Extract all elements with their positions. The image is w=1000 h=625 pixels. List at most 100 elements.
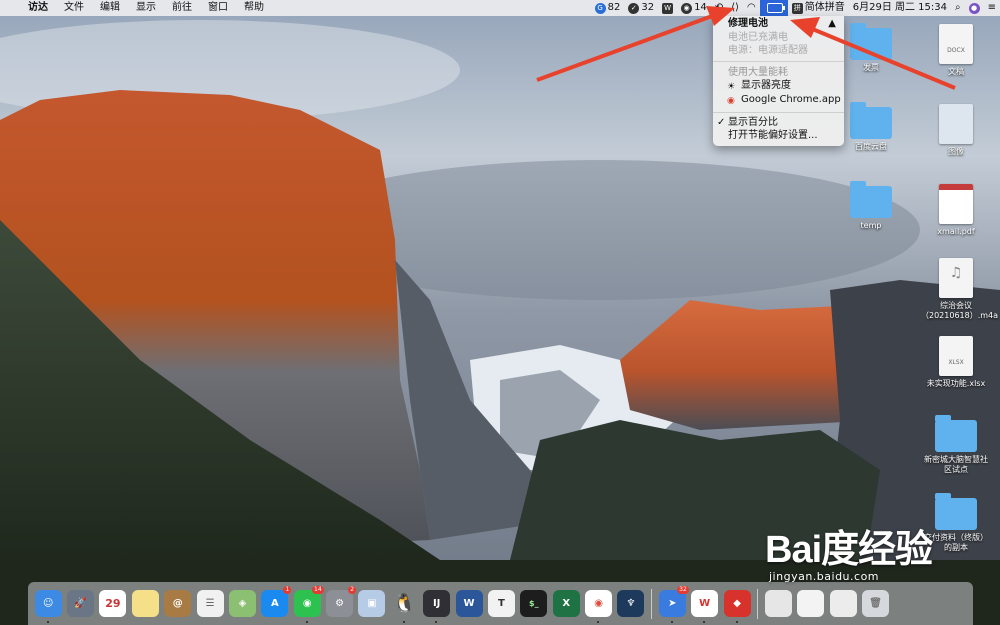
reminders-icon: ☰ [205,598,215,609]
icon-label: temp [860,221,882,230]
input-method[interactable]: 拼 简体拼音 [788,0,849,16]
dock-window-thumb-1[interactable] [764,590,792,617]
dock-sourcetree[interactable]: ♆ [617,590,645,617]
menu-help[interactable]: 帮助 [236,0,272,16]
dock-separator [651,588,653,619]
desktop-file-pdf[interactable]: xmail.pdf [921,184,991,237]
dock-app-red[interactable]: ◆ [723,590,751,623]
chrome-icon: ◉ [594,598,603,609]
power-source-text: 电源：电源适配器 [728,45,808,56]
icon-label: 发票 [863,63,879,72]
contacts-icon: @ [172,598,183,609]
menu-finder[interactable]: 访达 [20,0,56,16]
dock-finder[interactable]: ☺ [34,590,62,623]
wechat-status-icon: ◉ [681,2,693,14]
chrome-icon: ◉ [727,96,735,106]
warning-icon: ▲ [828,18,836,29]
docx-file-icon: DOCX [939,24,973,64]
dock-system-preferences[interactable]: ⚙ 2 [326,586,357,617]
dock: ☺ 🚀 29 @ ☰ ◈ A1 ◉ 14 ⚙ 2 ▣ 🐧 IJ W T $_ X ◉… [28,582,973,625]
dock-reminders[interactable]: ☰ [196,590,224,617]
battery-menu-title: 修理电池 [728,18,768,29]
desktop-file-xlsx[interactable]: XLSX 未实现功能.xlsx [921,336,991,389]
menu-item-open-energy-prefs[interactable]: 打开节能偏好设置... [713,129,844,143]
finder-icon: ☺ [42,598,54,609]
menu-bar: 访达 文件 编辑 显示 前往 窗口 帮助 G 82 ✓ 32 W ◉ 14 ⟲ … [0,0,1000,16]
desktop-folder-baidu-cloud[interactable]: 百度云盘 [836,102,906,152]
battery-icon [766,3,785,13]
menu-edit[interactable]: 编辑 [92,0,128,16]
red-app-icon: ◆ [733,598,741,609]
control-center-icon[interactable]: ≡ [984,0,1000,16]
ime-label: 简体拼音 [804,2,845,13]
dock-wechat[interactable]: ◉ 14 [293,586,324,623]
gear-icon: ⚙ [335,598,345,609]
word-icon: W [463,598,475,609]
dock-word[interactable]: W [455,590,483,617]
status-app1[interactable]: G 82 [591,0,625,16]
dock-contacts[interactable]: @ [164,590,192,617]
folder-icon [935,415,977,452]
dock-calendar[interactable]: 29 [99,590,127,617]
ime-icon: 拼 [791,2,803,14]
menu-item-show-percentage[interactable]: ✓ 显示百分比 [713,116,844,130]
status-w-app[interactable]: W [658,2,677,14]
desktop-folder-invoices[interactable]: 发票 [836,23,906,73]
desktop-file-docx[interactable]: DOCX 文稿 [921,24,991,77]
dock-window-thumb-2[interactable] [797,590,825,617]
datetime[interactable]: 6月29日 周二 15:34 [849,0,951,16]
excel-icon: X [562,598,571,609]
icon-label: 未实现功能.xlsx [926,379,986,388]
menu-window[interactable]: 窗口 [200,0,236,16]
dock-window-thumb-3[interactable] [829,590,857,617]
display-brightness-label: 显示器亮度 [741,80,791,91]
dock-trash[interactable]: 🗑 [862,590,890,617]
dock-feishu[interactable]: ➤ 32 [658,586,689,623]
icon-label: 图像 [948,147,964,156]
dock-launchpad[interactable]: 🚀 [67,590,95,617]
menu-item-display-brightness[interactable]: ☀ 显示器亮度 [713,79,844,93]
dock-chrome[interactable]: ◉ [585,590,613,623]
desktop-file-m4a[interactable]: ♫ 综治会议（20210618）.m4a [921,258,998,321]
energy-header: 使用大量能耗 [728,67,788,78]
dock-qq[interactable]: 🐧 [391,590,418,623]
status-app2[interactable]: ✓ 32 [624,0,658,16]
search-icon[interactable]: ⌕ [951,0,965,16]
menu-go[interactable]: 前往 [164,0,200,16]
app1-count: 82 [607,2,621,13]
app1-status-icon: G [594,2,606,14]
app-store-badge: 1 [283,586,292,594]
menu-file[interactable]: 文件 [56,0,92,16]
dock-terminal[interactable]: $_ [520,590,548,617]
tree-icon: ♆ [626,598,636,609]
dock-maps[interactable]: ◈ [228,590,256,617]
audio-file-icon: ♫ [939,258,973,298]
wifi-icon[interactable]: ◠ [743,0,760,16]
time-machine-icon[interactable]: ⟲ [711,0,727,16]
code-icon[interactable]: ⟨⟩ [727,0,743,16]
icon-label: 百度云盘 [855,142,887,151]
desktop-folder-temp[interactable]: temp [836,181,906,231]
desktop-images[interactable]: 图像 [921,104,991,157]
dock-wps[interactable]: W [691,590,719,623]
desktop-folder-smart-community[interactable]: 新密城大脑智慧社区试点 [921,415,991,475]
dock-notes[interactable] [131,590,159,617]
terminal-icon: $_ [529,599,539,608]
battery-status[interactable] [759,0,788,16]
w-app-icon: W [662,2,674,14]
menu-separator [713,112,844,113]
dock-typora[interactable]: T [487,590,515,617]
app2-count: 32 [641,2,655,13]
dock-excel[interactable]: X [552,590,580,617]
dock-preview[interactable]: ▣ [358,590,386,617]
siri-icon[interactable]: ● [965,2,984,14]
app-store-icon: A [270,598,279,609]
calendar-icon: 29 [105,597,121,610]
watermark-url: jingyan.baidu.com [769,570,880,583]
dock-app-store[interactable]: A1 [261,586,292,617]
status-wechat[interactable]: ◉ 14 [677,0,711,16]
menu-view[interactable]: 显示 [128,0,164,16]
dock-intellij[interactable]: IJ [423,590,451,623]
feishu-badge: 32 [677,586,689,594]
menu-item-chrome[interactable]: ◉ Google Chrome.app [713,93,844,107]
